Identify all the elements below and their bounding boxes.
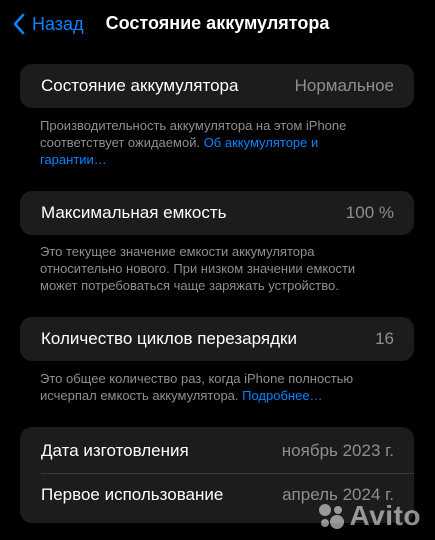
max-capacity-value: 100 % <box>345 203 394 222</box>
first-use-label: Первое использование <box>41 485 224 504</box>
cycle-count-label: Количество циклов перезарядки <box>41 329 297 348</box>
avito-logo-icon <box>318 504 344 529</box>
manufacture-date-value: ноябрь 2023 г. <box>281 441 394 460</box>
cycle-count-footnote: Это общее количество раз, когда iPhone п… <box>40 370 385 404</box>
max-capacity-label: Максимальная емкость <box>41 203 227 222</box>
manufacture-date-label: Дата изготовления <box>41 441 189 460</box>
avito-watermark: Avito <box>316 500 421 532</box>
manufacture-date-row: Дата изготовления ноябрь 2023 г. <box>20 429 414 473</box>
battery-health-footnote: Производительность аккумулятора на этом … <box>40 117 385 168</box>
battery-health-label: Состояние аккумулятора <box>41 76 239 95</box>
max-capacity-row: Максимальная емкость 100 % <box>20 191 414 235</box>
battery-health-row: Состояние аккумулятора Нормальное <box>20 64 414 108</box>
avito-watermark-text: Avito <box>349 500 421 531</box>
battery-health-value: Нормальное <box>294 76 394 95</box>
navigation-bar: Назад Состояние аккумулятора <box>0 0 435 48</box>
row-divider <box>41 473 414 474</box>
learn-more-link[interactable]: Подробнее… <box>242 388 322 403</box>
battery-health-card: Состояние аккумулятора Нормальное <box>20 64 414 108</box>
max-capacity-card: Максимальная емкость 100 % <box>20 191 414 235</box>
page-title: Состояние аккумулятора <box>105 13 330 33</box>
cycle-count-card: Количество циклов перезарядки 16 <box>20 317 414 361</box>
max-capacity-footnote-text: Это текущее значение емкости аккумулятор… <box>40 244 356 293</box>
cycle-count-value: 16 <box>375 329 394 348</box>
max-capacity-footnote: Это текущее значение емкости аккумулятор… <box>40 243 385 294</box>
cycle-count-row: Количество циклов перезарядки 16 <box>20 317 414 361</box>
